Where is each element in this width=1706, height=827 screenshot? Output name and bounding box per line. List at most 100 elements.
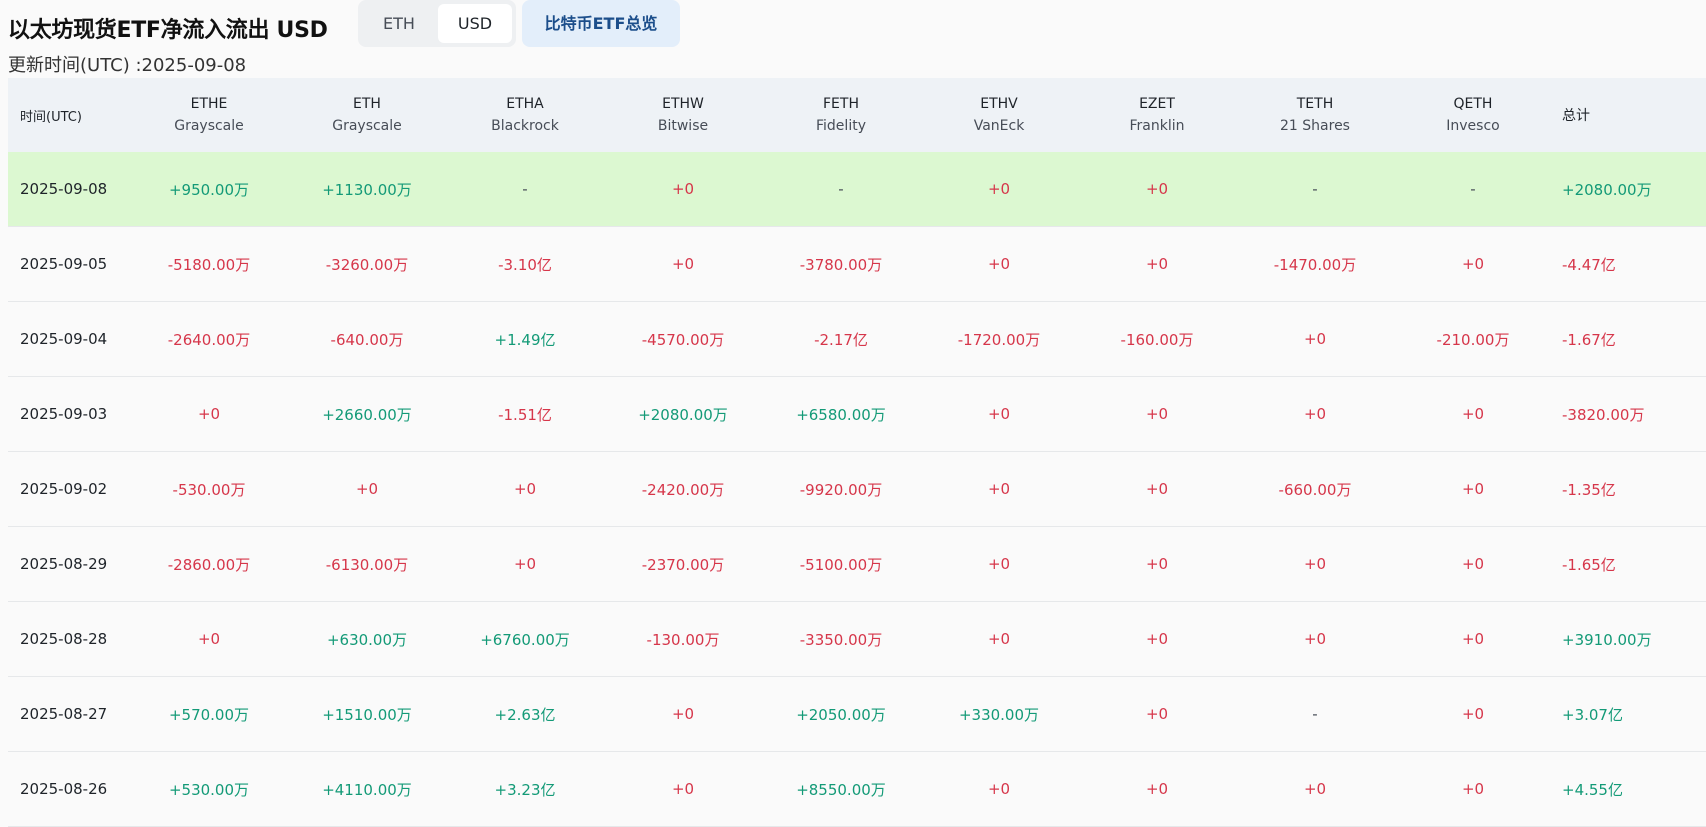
flow-value-ezet: +0 [1145, 180, 1169, 198]
column-issuer: Bitwise [657, 118, 709, 134]
table-row: 2025-08-26 +530.00万 +4110.00万 +3.23亿 +0 +8550… [8, 752, 1706, 827]
flow-value-ethv: +330.00万 [958, 705, 1040, 724]
flow-value-ethv: +0 [987, 255, 1011, 273]
column-issuer: Franklin [1129, 118, 1185, 134]
flow-value-eth: +1510.00万 [322, 705, 412, 724]
column-issuer: 21 Shares [1280, 118, 1350, 134]
row-date: 2025-09-04 [20, 330, 108, 348]
flow-value-ethv: +0 [987, 555, 1011, 573]
flow-value-eth: -640.00万 [330, 330, 404, 349]
flow-value-ethv: +0 [987, 405, 1011, 423]
column-header-ethe: ETHE Grayscale [130, 93, 288, 137]
flow-value-qeth: -210.00万 [1436, 330, 1510, 349]
column-code: QETH [1453, 96, 1493, 112]
column-header-etha: ETHA Blackrock [446, 93, 604, 137]
flow-value-ethe: -2860.00万 [167, 555, 251, 574]
column-issuer: Blackrock [491, 118, 559, 134]
flow-value-ethw: -2420.00万 [641, 480, 725, 499]
flow-value-feth: +6580.00万 [796, 405, 886, 424]
flow-value-ethe: +950.00万 [168, 180, 250, 199]
flow-value-teth: - [1312, 705, 1318, 723]
column-issuer: Grayscale [174, 118, 244, 134]
flow-value-ethw: +0 [671, 780, 695, 798]
flow-value-qeth: +0 [1461, 405, 1485, 423]
column-issuer: VanEck [973, 118, 1025, 134]
column-code: TETH [1296, 96, 1334, 112]
flow-value-eth: +0 [355, 480, 379, 498]
page-header: 以太坊现货ETF净流入流出 USD ETH USD 比特币ETF总览 [0, 0, 1706, 54]
flow-value-ethe: -2640.00万 [167, 330, 251, 349]
flow-value-eth: +1130.00万 [322, 180, 412, 199]
flow-value-etha: -1.51亿 [498, 405, 552, 424]
flow-value-eth: +2660.00万 [322, 405, 412, 424]
flow-value-feth: -5100.00万 [799, 555, 883, 574]
flow-value-feth: -2.17亿 [814, 330, 868, 349]
flow-value-ethw: +0 [671, 705, 695, 723]
flow-value-ethv: -1720.00万 [957, 330, 1041, 349]
column-header-eth: ETH Grayscale [288, 93, 446, 137]
flow-value-ethe: +530.00万 [168, 780, 250, 799]
table-row: 2025-08-28 +0 +630.00万 +6760.00万 -130.00万 -33… [8, 602, 1706, 677]
date-column-header: 时间(UTC) [20, 109, 82, 125]
flow-value-ezet: -160.00万 [1120, 330, 1194, 349]
flow-value-qeth: +0 [1461, 480, 1485, 498]
table-row: 2025-08-29 -2860.00万 -6130.00万 +0 -2370.00万 -… [8, 527, 1706, 602]
flow-value-ethw: -2370.00万 [641, 555, 725, 574]
table-row: 2025-08-27 +570.00万 +1510.00万 +2.63亿 +0 +2050… [8, 677, 1706, 752]
column-code: ETHW [662, 96, 704, 112]
column-code: ETHE [190, 96, 228, 112]
flow-value-qeth: +0 [1461, 705, 1485, 723]
column-code: ETHV [980, 96, 1018, 112]
flow-value-eth: +4110.00万 [322, 780, 412, 799]
flow-value-qeth: +0 [1461, 630, 1485, 648]
flow-value-teth: +0 [1303, 630, 1327, 648]
flow-value-ethe: +0 [197, 630, 221, 648]
column-issuer: Fidelity [816, 118, 866, 134]
flow-value-ethv: +0 [987, 630, 1011, 648]
row-total: +3910.00万 [1562, 630, 1652, 649]
unit-eth-button[interactable]: ETH [362, 4, 436, 43]
flow-value-ethe: -530.00万 [172, 480, 246, 499]
flow-value-feth: +8550.00万 [796, 780, 886, 799]
flow-value-qeth: - [1470, 180, 1476, 198]
flow-value-ethe: +0 [197, 405, 221, 423]
row-total: +3.07亿 [1562, 705, 1623, 724]
flow-value-ethw: +2080.00万 [638, 405, 728, 424]
flow-value-ezet: +0 [1145, 255, 1169, 273]
update-time: 更新时间(UTC) :2025-09-08 [8, 55, 247, 76]
flow-value-ethw: -130.00万 [646, 630, 720, 649]
flow-value-etha: +2.63亿 [494, 705, 556, 724]
row-date: 2025-09-03 [20, 405, 108, 423]
flow-value-etha: +0 [513, 555, 537, 573]
flow-value-feth: - [838, 180, 844, 198]
column-issuer: Invesco [1446, 118, 1500, 134]
row-date: 2025-08-26 [20, 780, 108, 798]
flow-value-etha: +6760.00万 [480, 630, 570, 649]
flow-value-ezet: +0 [1145, 630, 1169, 648]
flow-value-teth: +0 [1303, 405, 1327, 423]
row-date: 2025-09-08 [20, 180, 108, 198]
flow-value-teth: -1470.00万 [1273, 255, 1357, 274]
table-row: 2025-09-08 +950.00万 +1130.00万 - +0 - +0 +0 - - +20… [8, 152, 1706, 227]
btc-etf-overview-button[interactable]: 比特币ETF总览 [522, 0, 680, 47]
column-header-ethw: ETHW Bitwise [604, 93, 762, 137]
table-row: 2025-09-05 -5180.00万 -3260.00万 -3.10亿 +0 -378… [8, 227, 1706, 302]
column-code: ETH [353, 96, 381, 112]
column-header-ethv: ETHV VanEck [920, 93, 1078, 137]
flow-value-eth: +630.00万 [326, 630, 408, 649]
flow-value-teth: +0 [1303, 330, 1327, 348]
table-body: 2025-09-08 +950.00万 +1130.00万 - +0 - +0 +0 - - +20… [8, 152, 1706, 827]
flow-value-ethv: +0 [987, 480, 1011, 498]
column-code: ETHA [506, 96, 544, 112]
row-date: 2025-08-28 [20, 630, 108, 648]
page-title: 以太坊现货ETF净流入流出 USD [8, 18, 328, 43]
flow-value-etha: +3.23亿 [494, 780, 556, 799]
table-header: 时间(UTC) ETHE Grayscale ETH Grayscale ETHA Bla… [8, 78, 1706, 152]
column-header-teth: TETH 21 Shares [1236, 93, 1394, 137]
unit-usd-button[interactable]: USD [438, 4, 512, 43]
flow-value-ezet: +0 [1145, 705, 1169, 723]
flow-value-qeth: +0 [1461, 255, 1485, 273]
flow-value-feth: -3350.00万 [799, 630, 883, 649]
row-total: -1.65亿 [1562, 555, 1616, 574]
column-code: FETH [823, 96, 859, 112]
